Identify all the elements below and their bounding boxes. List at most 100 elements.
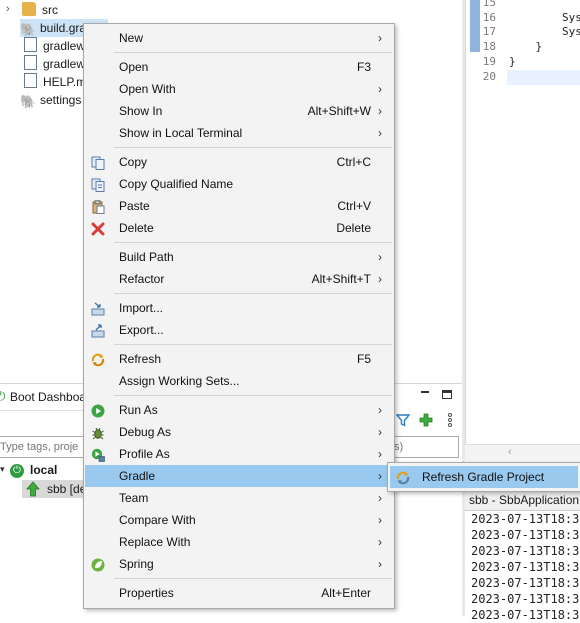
more-options-icon[interactable] (446, 412, 454, 428)
menu-item-properties[interactable]: Properties Alt+Enter (85, 582, 393, 604)
tree-item-label: HELP.m (43, 75, 87, 89)
submenu-arrow-icon: › (378, 557, 382, 571)
tree-item-label: gradlew (43, 57, 86, 71)
copy-qualified-name-icon (91, 177, 105, 192)
code-line: Sys (509, 25, 580, 38)
line-number: 17 (482, 25, 496, 38)
tree-item-src[interactable]: src (22, 1, 58, 19)
menu-item-open[interactable]: Open F3 (85, 56, 393, 78)
menu-item-team[interactable]: Team › (85, 487, 393, 509)
menu-item-copy[interactable]: Copy Ctrl+C (85, 151, 393, 173)
menu-separator (114, 395, 392, 396)
code-line: } (509, 55, 516, 68)
submenu-arrow-icon: › (378, 104, 382, 118)
tree-item-settings[interactable]: 🐘 settings (20, 91, 81, 109)
submenu-arrow-icon: › (378, 82, 382, 96)
menu-item-label: Open With (119, 82, 176, 96)
boot-local-icon: ⏻ (10, 464, 24, 478)
menu-item-copy-qualified-name[interactable]: Copy Qualified Name (85, 173, 393, 195)
menu-item-label: Team (119, 491, 149, 505)
menu-item-show-in[interactable]: Show In Alt+Shift+W › (85, 100, 393, 122)
menu-item-replace-with[interactable]: Replace With › (85, 531, 393, 553)
menu-separator (114, 147, 392, 148)
run-icon (91, 403, 105, 418)
app-label: sbb [de (47, 482, 87, 496)
submenu-arrow-icon: › (378, 469, 382, 483)
menu-item-paste[interactable]: Paste Ctrl+V (85, 195, 393, 217)
filter-suffix: s) (394, 441, 404, 453)
menu-separator (114, 52, 392, 53)
menu-item-label: Properties (119, 586, 174, 600)
tag-filter-input[interactable]: Type tags, proje (0, 436, 85, 458)
copy-icon (91, 155, 105, 170)
menu-item-label: Copy (119, 155, 148, 169)
menu-item-new[interactable]: New › (85, 27, 393, 49)
filter-icon[interactable] (395, 413, 411, 427)
horizontal-scrollbar[interactable]: ‹ (465, 444, 580, 463)
tree-item-help[interactable]: HELP.m (24, 73, 86, 91)
menu-item-refresh-gradle-project[interactable]: Refresh Gradle Project (390, 466, 578, 488)
tree-item-label: gradlew (43, 39, 86, 53)
menu-item-refactor[interactable]: Refactor Alt+Shift+T › (85, 268, 393, 290)
menu-item-label: New (119, 31, 144, 45)
menu-item-profile-as[interactable]: Profile As › (85, 443, 393, 465)
menu-separator (114, 344, 392, 345)
gradle-icon: 🐘 (20, 94, 37, 109)
menu-separator (114, 578, 392, 579)
expand-chevron-icon[interactable]: › (6, 3, 10, 15)
menu-item-open-with[interactable]: Open With › (85, 78, 393, 100)
menu-item-refresh[interactable]: Refresh F5 (85, 348, 393, 370)
file-icon (24, 73, 37, 88)
console-line: 2023-07-13T18:30 (471, 528, 580, 542)
tree-item-sbb[interactable]: sbb [de (22, 480, 87, 498)
submenu-arrow-icon: › (378, 403, 382, 417)
gradle-icon: 🐘 (20, 22, 37, 37)
line-number: 20 (482, 70, 496, 83)
menu-item-run-as[interactable]: Run As › (85, 399, 393, 421)
menu-item-label: Build Path (119, 250, 174, 264)
line-number: 15 (482, 0, 496, 9)
maximize-icon[interactable] (442, 390, 452, 399)
group-label: local (30, 463, 58, 477)
tree-item-gradlew[interactable]: gradlew (24, 37, 85, 55)
menu-item-build-path[interactable]: Build Path › (85, 246, 393, 268)
refresh-icon (91, 352, 105, 367)
tree-item-local[interactable]: ▾ ⏻ local (0, 463, 84, 479)
menu-item-gradle[interactable]: Gradle › (85, 465, 393, 487)
current-line-highlight (507, 70, 580, 85)
menu-item-assign-working-sets[interactable]: Assign Working Sets... (85, 370, 393, 392)
tree-item-label: src (42, 3, 58, 17)
tree-item-gradlew-bat[interactable]: gradlew (24, 55, 85, 73)
running-arrow-icon (26, 481, 40, 497)
menu-shortcut: Ctrl+C (336, 155, 371, 169)
collapse-chevron-icon[interactable]: ▾ (0, 464, 5, 475)
spring-leaf-icon (91, 557, 105, 572)
menu-item-label: Import... (119, 301, 164, 315)
menu-item-show-in-local-terminal[interactable]: Show in Local Terminal › (85, 122, 393, 144)
menu-separator (114, 242, 392, 243)
minimize-icon[interactable] (420, 386, 430, 398)
menu-item-label: Debug As (119, 425, 172, 439)
submenu-arrow-icon: › (378, 491, 382, 505)
profile-icon (91, 447, 105, 462)
menu-item-compare-with[interactable]: Compare With › (85, 509, 393, 531)
submenu-arrow-icon: › (378, 31, 382, 45)
menu-item-import[interactable]: Import... (85, 297, 393, 319)
menu-item-delete[interactable]: Delete Delete (85, 217, 393, 239)
paste-icon (91, 199, 105, 214)
debug-bug-icon (91, 425, 105, 440)
line-number: 18 (482, 39, 496, 53)
menu-shortcut: F3 (356, 60, 371, 74)
submenu-arrow-icon: › (378, 447, 382, 461)
menu-item-spring[interactable]: Spring › (85, 553, 393, 575)
scroll-left-icon[interactable]: ‹ (508, 446, 512, 458)
menu-item-label: Show In (119, 104, 163, 118)
menu-item-export[interactable]: Export... (85, 319, 393, 341)
tab-console[interactable]: sbb - SbbApplication (465, 490, 580, 511)
menu-item-debug-as[interactable]: Debug As › (85, 421, 393, 443)
menu-item-label: Paste (119, 199, 150, 213)
add-icon[interactable] (419, 413, 433, 427)
change-ruler (470, 0, 480, 52)
tag-filter-input-end[interactable]: s) (392, 436, 459, 458)
menu-shortcut: Alt+Shift+W (307, 104, 371, 118)
